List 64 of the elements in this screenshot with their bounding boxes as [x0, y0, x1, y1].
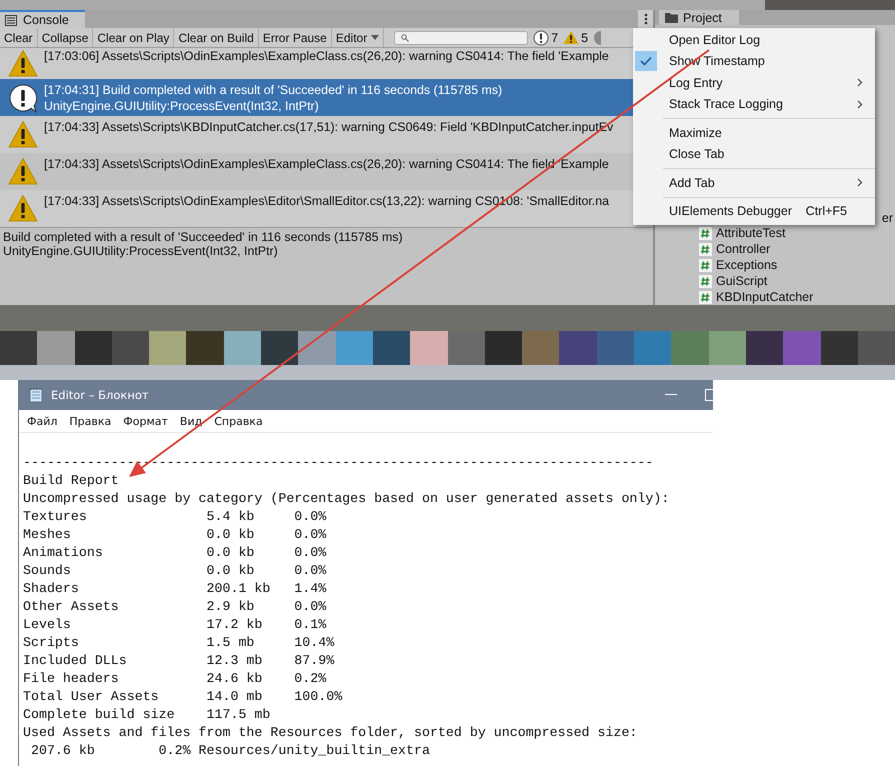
warning-icon [563, 30, 580, 45]
script-file-icon [699, 226, 712, 240]
info-icon [533, 30, 550, 46]
menu-item[interactable]: Open Editor Log [633, 29, 875, 50]
text-line: Textures 5.4 kb 0.0% [23, 508, 328, 526]
menu-item[interactable]: Формат [123, 414, 168, 428]
kebab-menu-icon [644, 13, 648, 25]
notepad-icon [29, 387, 43, 403]
more-options-button[interactable] [638, 10, 653, 28]
info-icon [8, 83, 38, 113]
count-label: 7 [551, 30, 558, 44]
menu-item[interactable]: Файл [27, 414, 58, 428]
search-field[interactable] [394, 30, 528, 44]
project-item[interactable]: AttributeTest [699, 225, 895, 241]
text-line: Included DLLs 12.3 mb 87.9% [23, 652, 336, 670]
project-item[interactable]: er [882, 211, 893, 227]
detail-text: UnityEngine.GUIUtility:ProcessEvent(Int32, IntPtr) [3, 244, 279, 258]
search-icon [401, 34, 410, 42]
script-file-icon [699, 274, 712, 288]
project-item[interactable]: KBDInputCatcher [699, 289, 895, 305]
text-line: Build Report [23, 472, 120, 490]
project-item[interactable]: Exceptions [699, 257, 895, 273]
maximize-icon[interactable] [705, 389, 713, 401]
tab-label: Project [683, 10, 722, 24]
tab-label: Console [23, 13, 69, 27]
folder-icon [665, 12, 678, 22]
log-message: [17:04:31] Build completed with a result of 'Succeeded' in 116 seconds (115785 ms) [44, 82, 502, 98]
text-line: Levels 17.2 kb 0.1% [23, 616, 328, 634]
error-icon [593, 30, 602, 46]
script-file-icon [699, 258, 712, 272]
text-line: Other Assets 2.9 kb 0.0% [23, 598, 328, 616]
project-item[interactable]: Controller [699, 241, 895, 257]
text-line: Complete build size 117.5 mb [23, 706, 272, 724]
menu-item[interactable]: Вид [180, 414, 202, 428]
text-line: Scripts 1.5 mb 10.4% [23, 634, 336, 652]
menu-item[interactable]: Справка [214, 414, 263, 428]
text-line: Sounds 0.0 kb 0.0% [23, 562, 328, 580]
text-line: Uncompressed usage by category (Percentages based on user generated assets only): [23, 490, 670, 508]
text-line: Used Assets and files from the Resources folder, sorted by uncompressed size: [23, 724, 638, 742]
text-line: 207.6 kb 0.2% Resources/unity_builtin_extra [30, 742, 431, 760]
text-line: Animations 0.0 kb 0.0% [23, 544, 328, 562]
text-line: Total User Assets 14.0 mb 100.0% [23, 688, 344, 706]
project-tab[interactable]: Project [659, 10, 739, 25]
console-tab[interactable]: Console [0, 10, 85, 28]
text-line: File headers 24.6 kb 0.2% [23, 670, 328, 688]
script-file-icon [699, 290, 712, 304]
menu-item[interactable]: Правка [69, 414, 112, 428]
project-item[interactable]: GuiScript [699, 273, 895, 289]
list-icon [5, 14, 17, 26]
log-message: [17:03:06] Assets\Scripts\OdinExamples\ExampleClass.cs(26,20): warning CS0414: The field 'Example [44, 48, 609, 64]
warning-icon [8, 49, 38, 77]
warning-icon [8, 157, 38, 185]
text-line: Meshes 0.0 kb 0.0% [23, 526, 328, 544]
window-title: Editor – Блокнот [51, 388, 150, 402]
count-label: 5 [581, 30, 588, 44]
detail-text: Build completed with a result of 'Succeeded' in 116 seconds (115785 ms) [3, 230, 404, 244]
text-line: ------------------------------------------------------------------------------- [23, 454, 654, 472]
caret-icon [371, 35, 380, 40]
warning-icon [8, 194, 38, 222]
warning-icon [8, 120, 38, 148]
text-line: Shaders 200.1 kb 1.4% [23, 580, 328, 598]
script-file-icon [699, 242, 712, 256]
minimize-icon[interactable] [665, 394, 677, 396]
stack-trace: UnityEngine.GUIUtility:ProcessEvent(Int32, IntPtr) [44, 98, 320, 114]
